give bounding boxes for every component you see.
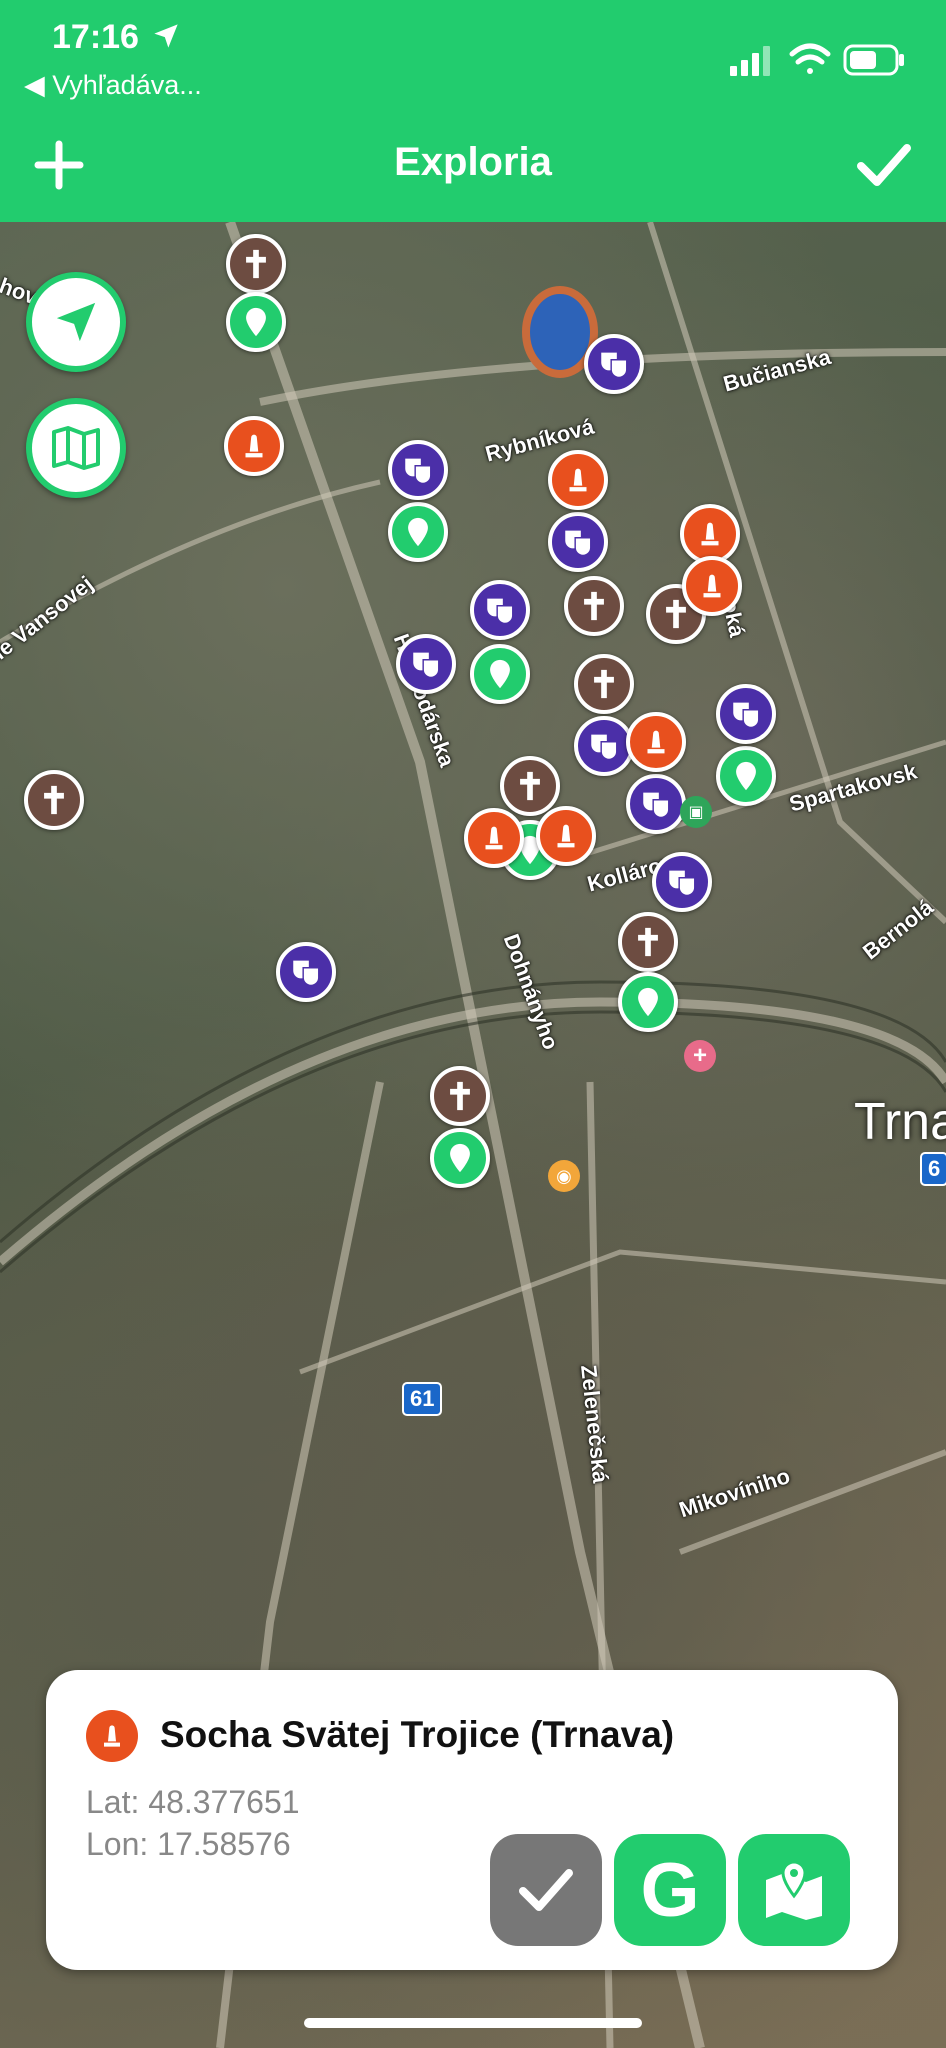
signal-icon: [730, 46, 770, 76]
map-pin-theater[interactable]: [716, 684, 776, 744]
theater-masks-icon: [293, 960, 320, 987]
bus-stop-icon: ▣: [680, 796, 712, 828]
map-pin-place[interactable]: [716, 746, 776, 806]
location-pin-icon: [450, 1143, 470, 1173]
church-cross-icon: [450, 1081, 470, 1111]
location-pin-icon: [736, 761, 756, 791]
location-arrow-icon: [154, 24, 178, 48]
map-pin-monument[interactable]: [680, 504, 740, 564]
theater-masks-icon: [413, 652, 440, 679]
monument-statue-icon: [557, 824, 575, 848]
location-pin-icon: [246, 307, 266, 337]
theater-masks-icon: [591, 734, 618, 761]
map-pin-theater[interactable]: [470, 580, 530, 640]
monument-statue-icon: [701, 522, 719, 546]
route-shield: 6: [920, 1152, 946, 1186]
map-pin-church[interactable]: [500, 756, 560, 816]
place-detail-card[interactable]: Socha Svätej Trojice (Trnava) Lat: 48.37…: [46, 1670, 898, 1970]
map-pin-theater[interactable]: [396, 634, 456, 694]
home-indicator[interactable]: [304, 2018, 642, 2028]
map-pin-place[interactable]: [618, 972, 678, 1032]
map-pin-place[interactable]: [226, 292, 286, 352]
map-icon: [52, 426, 100, 470]
map-pin-theater[interactable]: [548, 512, 608, 572]
map-pin-church[interactable]: [618, 912, 678, 972]
navigation-arrow-icon: [56, 302, 96, 342]
map-pin-monument[interactable]: [548, 450, 608, 510]
map-pin-monument[interactable]: [464, 808, 524, 868]
page-title: Exploria: [394, 140, 552, 184]
location-pin-icon: [490, 659, 510, 689]
map-pin-theater[interactable]: [574, 716, 634, 776]
monument-statue-icon: [485, 826, 503, 850]
shopping-cart-icon: ◉: [548, 1160, 580, 1192]
theater-masks-icon: [601, 352, 628, 379]
map-pin-church[interactable]: [430, 1066, 490, 1126]
map-pin-theater[interactable]: [388, 440, 448, 500]
back-to-search-link[interactable]: ◀ Vyhľadáva...: [24, 70, 202, 101]
monument-statue-icon: [703, 574, 721, 598]
monument-statue-icon: [245, 434, 263, 458]
mark-visited-button[interactable]: [490, 1834, 602, 1946]
map-type-button[interactable]: [26, 398, 126, 498]
map-location-icon: [766, 1860, 822, 1920]
locate-me-button[interactable]: [26, 272, 126, 372]
google-search-button[interactable]: G: [614, 1834, 726, 1946]
map-pin-church[interactable]: [24, 770, 84, 830]
place-title: Socha Svätej Trojice (Trnava): [160, 1714, 675, 1755]
hospital-icon: +: [684, 1040, 716, 1072]
map-pin-church[interactable]: [564, 576, 624, 636]
church-cross-icon: [44, 785, 64, 815]
map-pin-theater[interactable]: [652, 852, 712, 912]
monument-statue-icon: [569, 468, 587, 492]
church-cross-icon: [584, 591, 604, 621]
map-pin-monument[interactable]: [626, 712, 686, 772]
top-bar: 17:16 ◀ Vyhľadáva... Exploria: [0, 0, 946, 222]
map-pin-theater[interactable]: [584, 334, 644, 394]
location-pin-icon: [408, 517, 428, 547]
church-cross-icon: [638, 927, 658, 957]
google-g-icon: G: [640, 1847, 700, 1933]
map-pin-place[interactable]: [470, 644, 530, 704]
map-pin-monument[interactable]: [224, 416, 284, 476]
map-pin-place[interactable]: [388, 502, 448, 562]
location-pin-icon: [638, 987, 658, 1017]
city-label: Trna: [854, 1093, 946, 1151]
monument-statue-icon: [647, 730, 665, 754]
church-cross-icon: [520, 771, 540, 801]
theater-masks-icon: [487, 598, 514, 625]
battery-icon: [843, 44, 904, 76]
theater-masks-icon: [669, 870, 696, 897]
longitude-text: Lon: 17.58576: [86, 1826, 291, 1862]
church-cross-icon: [594, 669, 614, 699]
church-cross-icon: [246, 249, 266, 279]
open-in-maps-button[interactable]: [738, 1834, 850, 1946]
map-pin-church[interactable]: [574, 654, 634, 714]
status-time: 17:16: [52, 18, 139, 56]
status-icons: [730, 43, 904, 76]
map-pin-church[interactable]: [226, 234, 286, 294]
monument-statue-icon: [86, 1710, 138, 1762]
checkmark-icon: [519, 1869, 573, 1911]
map-pin-monument[interactable]: [536, 806, 596, 866]
theater-masks-icon: [405, 458, 432, 485]
theater-masks-icon: [565, 530, 592, 557]
latitude-text: Lat: 48.377651: [86, 1784, 300, 1820]
map-pin-theater[interactable]: [276, 942, 336, 1002]
wifi-icon: [789, 43, 831, 74]
theater-masks-icon: [643, 792, 670, 819]
route-shield: 61: [402, 1382, 443, 1416]
map-pin-place[interactable]: [430, 1128, 490, 1188]
theater-masks-icon: [733, 702, 760, 729]
done-button[interactable]: [856, 140, 912, 190]
map-pin-monument[interactable]: [682, 556, 742, 616]
map-pin-theater[interactable]: [626, 774, 686, 834]
